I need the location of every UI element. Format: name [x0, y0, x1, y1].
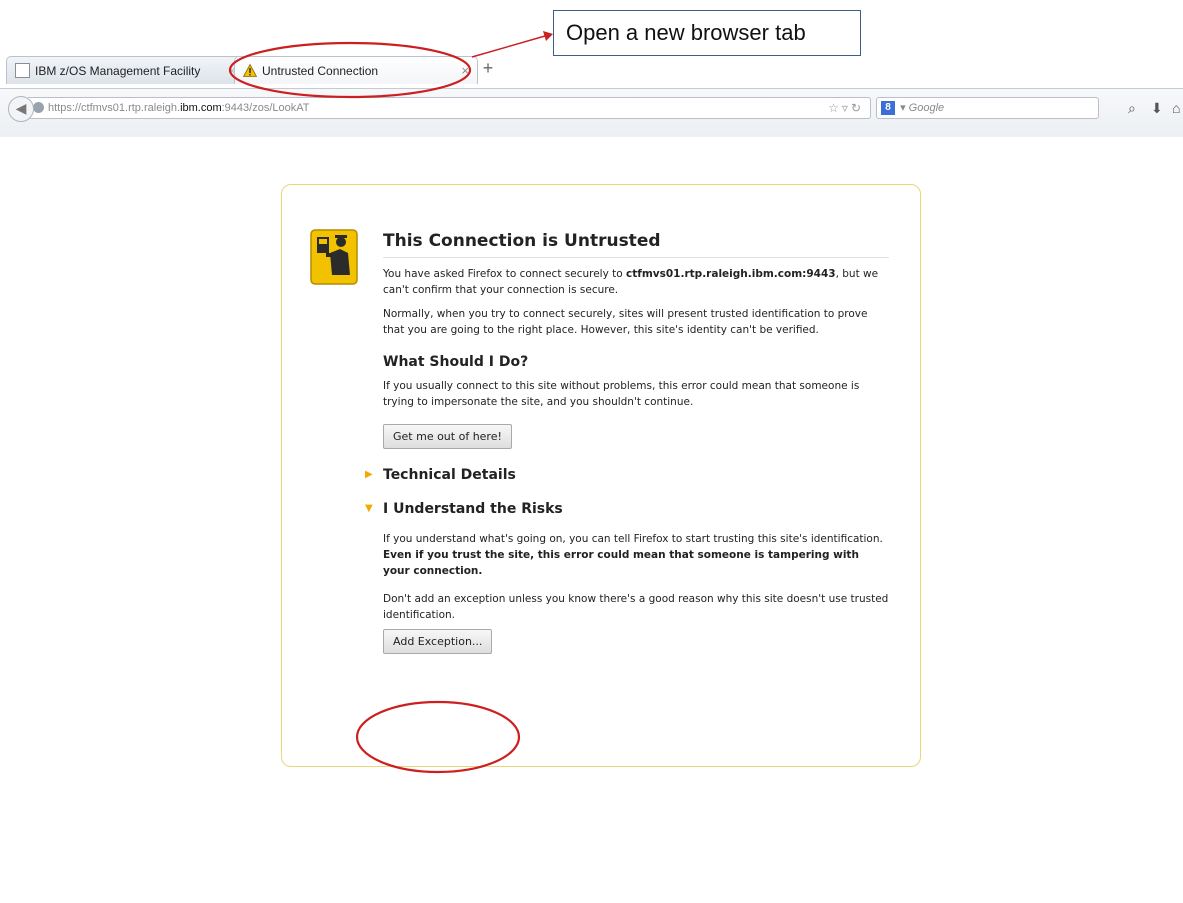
- search-placeholder: Google: [908, 102, 945, 114]
- back-arrow-icon: ◀: [15, 100, 27, 116]
- callout-arrow-head: [543, 31, 553, 41]
- intro-text: You have asked Firefox to connect secure…: [383, 268, 627, 280]
- risks-warning-text: Even if you trust the site, this error c…: [383, 549, 859, 577]
- warning-icon: [243, 64, 257, 77]
- url-host: ibm.com: [180, 102, 222, 114]
- bookmark-star-icon[interactable]: ☆: [828, 101, 842, 115]
- download-icon[interactable]: ⬇: [1151, 100, 1163, 117]
- url-prefix: https://ctfmvs01.rtp.raleigh.: [48, 102, 181, 114]
- technical-details-expander[interactable]: ▶ Technical Details: [365, 467, 889, 483]
- tab-close-icon[interactable]: ×: [461, 63, 469, 78]
- risks-paragraph: If you understand what's going on, you c…: [383, 531, 889, 579]
- understand-risks-expander[interactable]: ▼ I Understand the Risks: [365, 501, 889, 517]
- tab-title: Untrusted Connection: [262, 63, 379, 78]
- expand-triangle-icon: ▶: [365, 469, 373, 480]
- security-officer-icon: [310, 229, 358, 285]
- exception-paragraph: Don't add an exception unless you know t…: [383, 593, 889, 621]
- blank-page-icon: [15, 63, 30, 78]
- url-controls: ☆▿↻: [828, 98, 864, 118]
- home-icon[interactable]: ⌂: [1172, 100, 1180, 116]
- risks-text: If you understand what's going on, you c…: [383, 533, 883, 545]
- understand-risks-label: I Understand the Risks: [383, 501, 563, 517]
- what-should-i-do-text: If you usually connect to this site with…: [383, 380, 860, 408]
- search-engine-icon[interactable]: 8: [881, 101, 895, 115]
- history-dropdown-icon[interactable]: ▿: [842, 101, 851, 115]
- tab-zosmf[interactable]: IBM z/OS Management Facility ×: [6, 56, 241, 84]
- intro-host: ctfmvs01.rtp.raleigh.ibm.com:9443: [626, 268, 836, 280]
- url-suffix: :9443/zos/LookAT: [221, 102, 310, 114]
- navigation-toolbar: https://ctfmvs01.rtp.raleigh.ibm.com:944…: [0, 88, 1183, 137]
- tab-strip: IBM z/OS Management Facility × Untrusted…: [0, 52, 1183, 88]
- explanation-paragraph: Normally, when you try to connect secure…: [383, 308, 868, 336]
- back-button[interactable]: ◀: [8, 96, 34, 122]
- new-tab-button[interactable]: +: [478, 58, 498, 80]
- search-magnifier-icon[interactable]: ⌕: [1128, 100, 1136, 117]
- reload-icon[interactable]: ↻: [851, 101, 864, 115]
- annotation-callout: Open a new browser tab: [553, 10, 861, 56]
- url-bar[interactable]: https://ctfmvs01.rtp.raleigh.ibm.com:944…: [28, 97, 871, 119]
- tab-untrusted-connection[interactable]: Untrusted Connection ×: [234, 56, 478, 84]
- add-exception-button[interactable]: Add Exception...: [383, 629, 493, 654]
- page-title: This Connection is Untrusted: [383, 231, 889, 258]
- untrusted-connection-panel: This Connection is Untrusted You have as…: [281, 184, 921, 767]
- search-engine-dropdown-icon[interactable]: ▾: [900, 102, 906, 114]
- search-bar[interactable]: 8 ▾ Google: [876, 97, 1099, 119]
- get-me-out-button[interactable]: Get me out of here!: [383, 424, 512, 449]
- intro-paragraph: You have asked Firefox to connect secure…: [383, 266, 889, 298]
- globe-icon: [33, 102, 44, 113]
- collapse-triangle-icon: ▼: [365, 503, 373, 514]
- what-should-i-do-heading: What Should I Do?: [383, 354, 529, 370]
- technical-details-label: Technical Details: [383, 467, 516, 483]
- error-content: This Connection is Untrusted You have as…: [365, 231, 889, 654]
- tab-title: IBM z/OS Management Facility: [35, 63, 201, 78]
